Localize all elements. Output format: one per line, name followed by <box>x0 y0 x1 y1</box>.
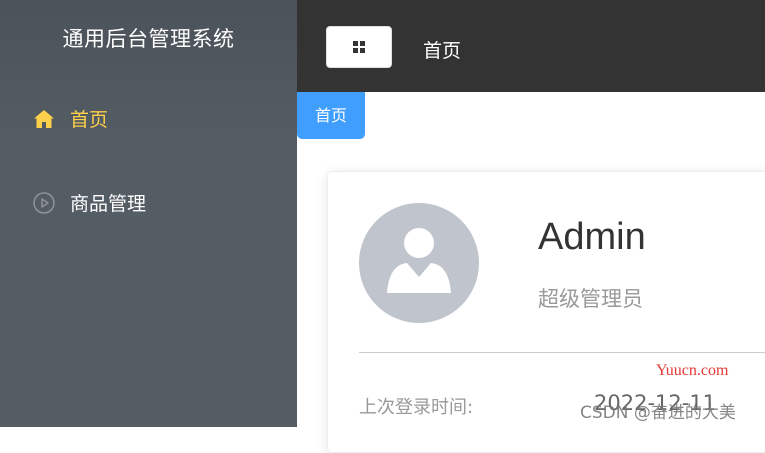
breadcrumb[interactable]: 首页 <box>423 36 461 63</box>
last-login-label: 上次登录时间: <box>359 397 474 418</box>
sidebar: 通用后台管理系统 首页 商品管理 <box>0 0 297 427</box>
sidebar-item-label: 商品管理 <box>70 193 147 215</box>
home-icon <box>34 110 54 128</box>
csdn-watermark: CSDN @奋进的大美 <box>580 403 736 423</box>
sidebar-item-label: 首页 <box>70 109 109 131</box>
app-title: 通用后台管理系统 <box>62 27 235 51</box>
sidebar-item-home[interactable]: 首页 <box>0 91 297 147</box>
user-role: 超级管理员 <box>538 287 643 311</box>
user-avatar-icon <box>359 203 479 323</box>
top-header: 首页 <box>297 0 765 92</box>
menu-grid-icon <box>353 41 365 53</box>
site-watermark: Yuucn.com <box>656 362 729 379</box>
tab-home[interactable]: 首页 <box>297 92 365 139</box>
user-name: Admin <box>538 216 646 258</box>
video-play-icon <box>33 192 55 214</box>
sidebar-item-goods[interactable]: 商品管理 <box>0 175 297 231</box>
divider <box>359 352 765 353</box>
menu-toggle-button[interactable] <box>326 26 392 68</box>
